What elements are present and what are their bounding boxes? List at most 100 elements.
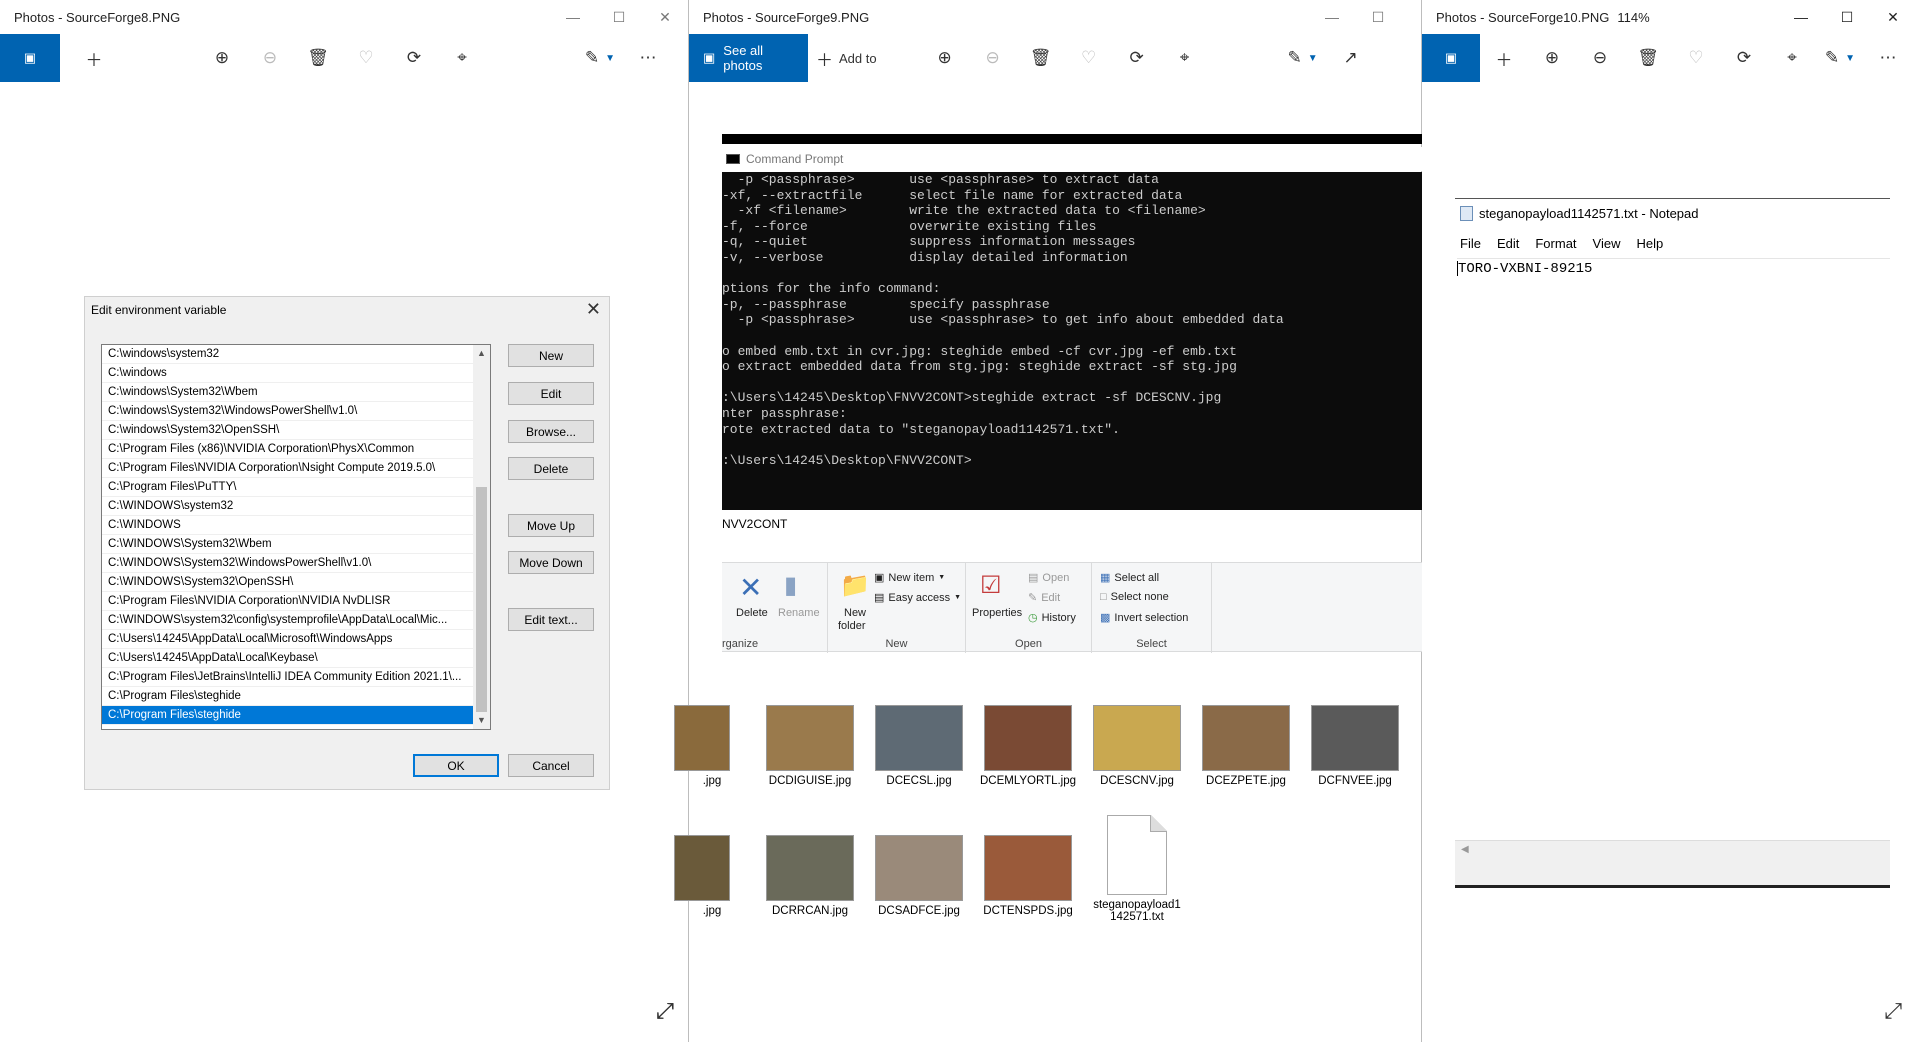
path-list-scrollbar[interactable]: ▲ ▼ <box>473 345 490 729</box>
minimize-button[interactable]: — <box>1309 0 1355 34</box>
fullscreen-icon[interactable]: ⤢ <box>1884 998 1902 1024</box>
file-item[interactable]: DCTENSPDS.jpg <box>978 835 1078 917</box>
zoom-out-button[interactable]: ⊖ <box>1576 34 1624 82</box>
file-item[interactable]: .jpg <box>674 705 734 787</box>
cancel-button[interactable]: Cancel <box>508 754 594 777</box>
move-down-button[interactable]: Move Down <box>508 551 594 574</box>
share-button[interactable]: ↗ <box>1327 34 1375 82</box>
move-up-button[interactable]: Move Up <box>508 514 594 537</box>
crop-button[interactable]: ⌖ <box>1768 34 1816 82</box>
file-item[interactable]: DCECSL.jpg <box>869 705 969 787</box>
edit-create-button[interactable]: ✎ ▼ <box>1816 34 1864 82</box>
delete-button[interactable]: 🗑 <box>1017 34 1065 82</box>
path-row[interactable]: C:\WINDOWS\System32\WindowsPowerShell\v1… <box>102 554 473 573</box>
path-row[interactable]: C:\windows\system32 <box>102 345 473 364</box>
file-item-txt[interactable]: steganopayload1 142571.txt <box>1087 815 1187 923</box>
new-folder-label-1[interactable]: New <box>844 607 866 619</box>
dialog-close-icon[interactable]: ✕ <box>586 299 601 320</box>
properties-label[interactable]: Properties <box>972 607 1022 619</box>
see-all-photos-button[interactable]: ▣ See all photos <box>689 34 808 82</box>
scroll-up-icon[interactable]: ▲ <box>473 345 490 362</box>
favorite-button[interactable]: ♡ <box>1065 34 1113 82</box>
add-to-button[interactable]: ＋ <box>70 34 118 82</box>
new-item-button[interactable]: ▣ New item ▼ <box>874 571 945 585</box>
close-button[interactable]: ✕ <box>642 0 688 34</box>
delete-x-icon[interactable]: ✕ <box>739 571 762 604</box>
path-row[interactable]: C:\windows\System32\Wbem <box>102 383 473 402</box>
path-row[interactable]: C:\windows <box>102 364 473 383</box>
zoom-in-button[interactable]: ⊕ <box>1528 34 1576 82</box>
add-to-button[interactable]: ＋ <box>1480 34 1528 82</box>
zoom-out-button[interactable]: ⊖ <box>246 34 294 82</box>
file-item[interactable]: DCFNVEE.jpg <box>1305 705 1405 787</box>
menu-file[interactable]: File <box>1460 236 1481 251</box>
file-item[interactable]: DCEZPETE.jpg <box>1196 705 1296 787</box>
edit-create-button[interactable]: ✎ ▼ <box>576 34 624 82</box>
delete-label[interactable]: Delete <box>736 607 768 619</box>
notepad-text-area[interactable]: TORO-VXBNI-89215 <box>1457 258 1890 838</box>
path-row[interactable]: C:\Program Files\NVIDIA Corporation\Nsig… <box>102 459 473 478</box>
close-button[interactable]: ✕ <box>1870 0 1916 34</box>
path-row[interactable]: C:\windows\System32\WindowsPowerShell\v1… <box>102 402 473 421</box>
fullscreen-icon[interactable]: ⤢ <box>656 998 674 1024</box>
edit-button[interactable]: Edit <box>508 382 594 405</box>
view-all-button[interactable]: ▣ <box>1422 34 1480 82</box>
file-item[interactable]: DCEMLYORTL.jpg <box>978 705 1078 787</box>
properties-icon[interactable]: ☑ <box>980 571 1002 600</box>
view-all-button[interactable]: ▣ <box>0 34 60 82</box>
favorite-button[interactable]: ♡ <box>1672 34 1720 82</box>
path-row[interactable]: C:\Users\14245\AppData\Local\Microsoft\W… <box>102 630 473 649</box>
rename-label[interactable]: Rename <box>778 607 820 619</box>
new-folder-label-2[interactable]: folder <box>838 620 866 632</box>
delete-button[interactable]: 🗑 <box>1624 34 1672 82</box>
path-row[interactable]: C:\Program Files\JetBrains\IntelliJ IDEA… <box>102 668 473 687</box>
browse-button[interactable]: Browse... <box>508 420 594 443</box>
select-none-button[interactable]: □ Select none <box>1100 591 1169 603</box>
easy-access-button[interactable]: ▤ Easy access ▼ <box>874 591 961 605</box>
path-row[interactable]: C:\Program Files\PuTTY\ <box>102 478 473 497</box>
delete-button[interactable]: 🗑 <box>294 34 342 82</box>
scroll-thumb[interactable] <box>476 487 487 712</box>
notepad-hscrollbar[interactable]: ◀ <box>1455 840 1890 858</box>
path-row[interactable]: C:\WINDOWS\System32\OpenSSH\ <box>102 573 473 592</box>
file-item[interactable]: .jpg <box>674 835 734 917</box>
menu-format[interactable]: Format <box>1535 236 1576 251</box>
menu-edit[interactable]: Edit <box>1497 236 1519 251</box>
path-row[interactable]: C:\Program Files (x86)\NVIDIA Corporatio… <box>102 440 473 459</box>
path-list[interactable]: C:\windows\system32 C:\windows C:\windows\… <box>101 344 491 730</box>
crop-button[interactable]: ⌖ <box>1161 34 1209 82</box>
history-button[interactable]: ◷ History <box>1028 611 1076 625</box>
ok-button[interactable]: OK <box>413 754 499 777</box>
select-all-button[interactable]: ▦ Select all <box>1100 571 1159 585</box>
maximize-button[interactable]: ☐ <box>1355 0 1401 34</box>
menu-view[interactable]: View <box>1593 236 1621 251</box>
invert-selection-button[interactable]: ▩ Invert selection <box>1100 611 1188 625</box>
rotate-button[interactable]: ⟳ <box>1720 34 1768 82</box>
path-row[interactable]: C:\WINDOWS\system32 <box>102 497 473 516</box>
rotate-button[interactable]: ⟳ <box>1113 34 1161 82</box>
edit-create-button[interactable]: ✎ ▼ <box>1279 34 1327 82</box>
zoom-in-button[interactable]: ⊕ <box>921 34 969 82</box>
path-row[interactable]: C:\Program Files\steghide <box>102 706 473 725</box>
path-row[interactable]: C:\Program Files\NVIDIA Corporation\NVID… <box>102 592 473 611</box>
path-row[interactable]: C:\Users\14245\AppData\Local\Keybase\ <box>102 649 473 668</box>
menu-help[interactable]: Help <box>1636 236 1663 251</box>
path-row[interactable]: C:\WINDOWS <box>102 516 473 535</box>
edit-text-button[interactable]: Edit text... <box>508 608 594 631</box>
crop-button[interactable]: ⌖ <box>438 34 486 82</box>
path-row[interactable]: C:\windows\System32\OpenSSH\ <box>102 421 473 440</box>
file-item[interactable]: DCRRCAN.jpg <box>760 835 860 917</box>
delete-button[interactable]: Delete <box>508 457 594 480</box>
edit-ribbon-button[interactable]: ✎ Edit <box>1028 591 1060 605</box>
rotate-button[interactable]: ⟳ <box>390 34 438 82</box>
file-item[interactable]: DCSADFCE.jpg <box>869 835 969 917</box>
more-button[interactable]: ⋯ <box>1864 34 1912 82</box>
scroll-down-icon[interactable]: ▼ <box>473 712 490 729</box>
path-row[interactable]: C:\WINDOWS\system32\config\systemprofile… <box>102 611 473 630</box>
file-item[interactable]: DCESCNV.jpg <box>1087 705 1187 787</box>
favorite-button[interactable]: ♡ <box>342 34 390 82</box>
zoom-in-button[interactable]: ⊕ <box>198 34 246 82</box>
open-button[interactable]: ▤ Open <box>1028 571 1069 585</box>
more-button[interactable]: ⋯ <box>624 34 672 82</box>
minimize-button[interactable]: — <box>1778 0 1824 34</box>
